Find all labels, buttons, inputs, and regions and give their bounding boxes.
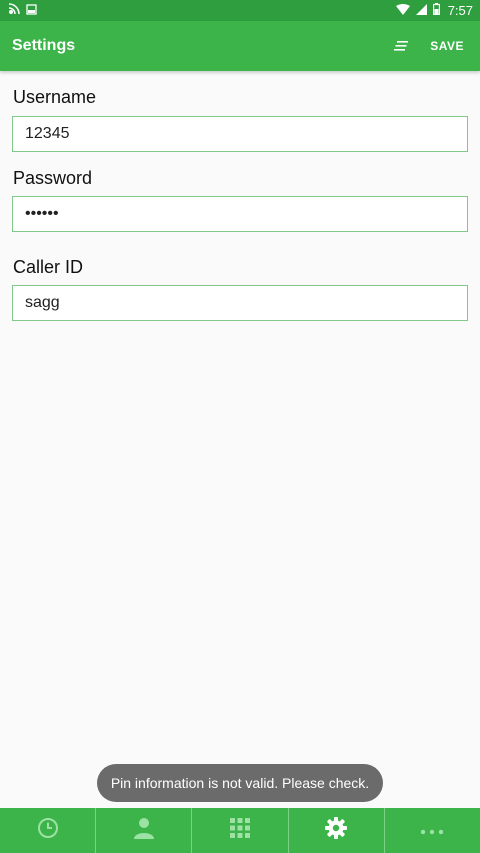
username-label: Username — [13, 87, 97, 107]
status-bar: 7:57 — [0, 0, 480, 21]
status-time: 7:57 — [447, 3, 473, 18]
caller-id-input[interactable] — [12, 285, 468, 321]
status-right-icons: 7:57 — [395, 2, 473, 20]
sort-icon[interactable] — [394, 41, 409, 51]
toast-message: Pin information is not valid. Please che… — [97, 764, 383, 802]
clock-icon — [37, 817, 59, 844]
status-left-icons — [8, 2, 37, 20]
page-title: Settings — [12, 37, 76, 54]
cast-icon — [8, 2, 20, 20]
password-input[interactable] — [12, 196, 468, 232]
nav-item-history[interactable] — [0, 808, 95, 853]
battery-icon — [432, 2, 440, 20]
password-label: Password — [13, 168, 93, 188]
image-icon — [26, 2, 37, 20]
signal-icon — [415, 2, 427, 20]
app-bar-actions: SAVE — [394, 39, 464, 53]
nav-item-settings[interactable] — [287, 808, 384, 853]
gear-icon — [325, 817, 348, 844]
dialpad-icon — [229, 817, 251, 844]
username-input[interactable] — [12, 116, 468, 152]
bottom-nav — [0, 808, 480, 853]
nav-item-dialpad[interactable] — [191, 808, 287, 853]
more-icon — [420, 822, 444, 840]
wifi-icon — [395, 2, 410, 20]
nav-item-more[interactable] — [383, 808, 480, 853]
caller-id-label: Caller ID — [13, 257, 84, 277]
person-icon — [133, 817, 154, 844]
nav-item-contacts[interactable] — [95, 808, 191, 853]
save-button[interactable]: SAVE — [430, 39, 464, 53]
app-bar: Settings SAVE — [0, 21, 480, 71]
